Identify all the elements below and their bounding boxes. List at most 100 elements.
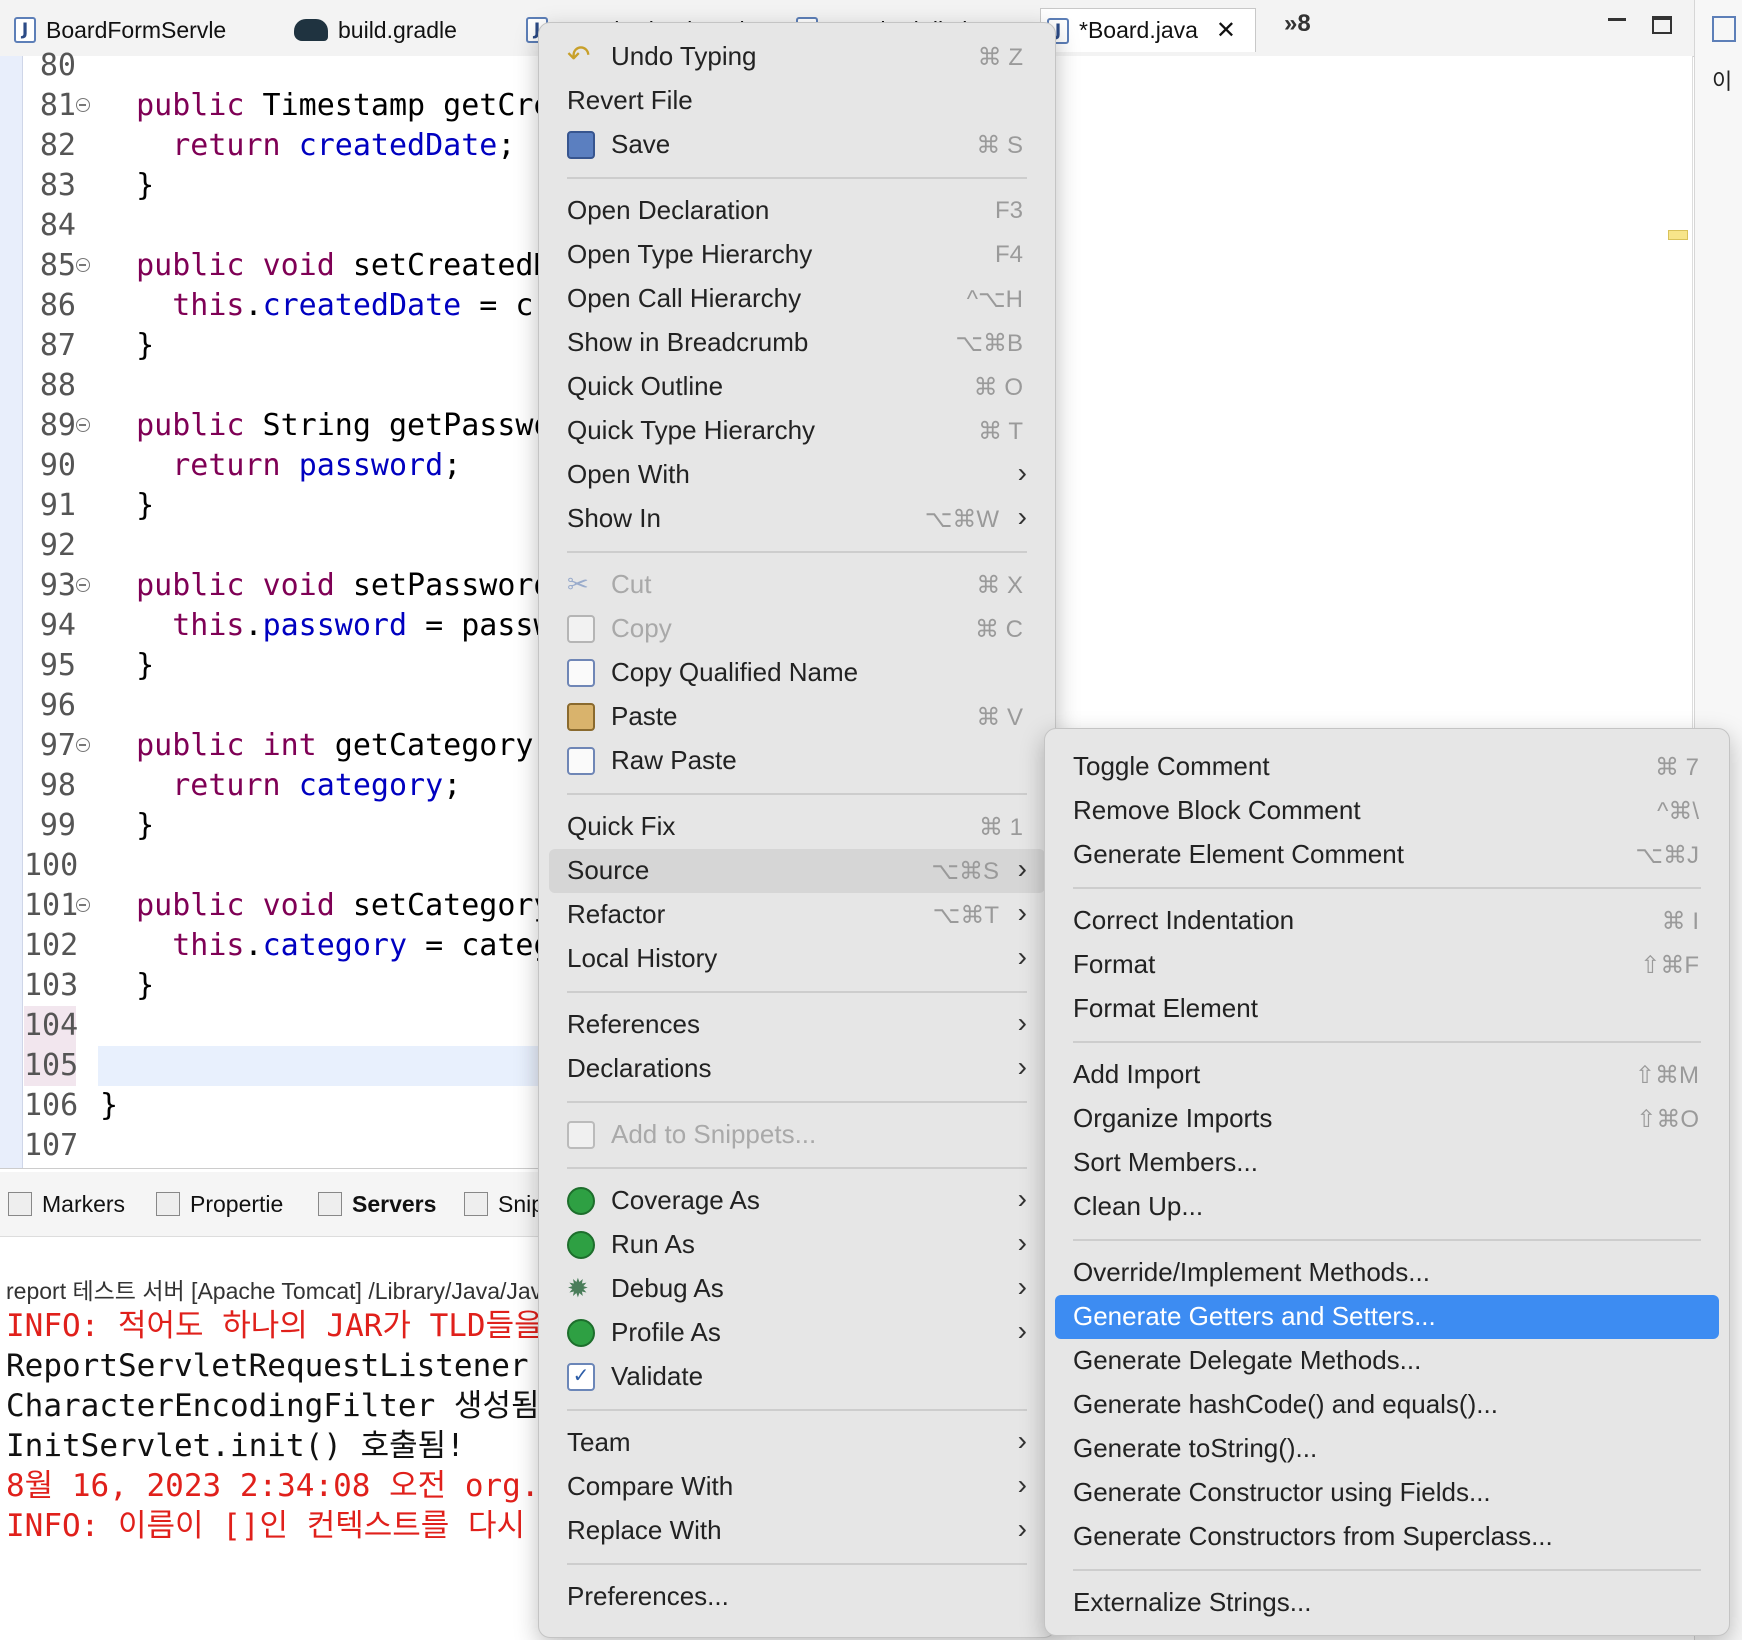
chevron-right-icon: › bbox=[1017, 457, 1027, 488]
menu-item-quick-type-hierarchy[interactable]: Quick Type Hierarchy ⌘ T bbox=[539, 409, 1055, 453]
menu-item-save[interactable]: Save ⌘ S bbox=[539, 123, 1055, 167]
menu-item-quick-outline[interactable]: Quick Outline ⌘ O bbox=[539, 365, 1055, 409]
submenu-item-generate-tostring[interactable]: Generate toString()... bbox=[1045, 1427, 1729, 1471]
menu-item-label: Externalize Strings... bbox=[1073, 1587, 1312, 1617]
menu-item-label: Refactor bbox=[567, 899, 666, 929]
submenu-item-add-import[interactable]: Add Import ⇧⌘M bbox=[1045, 1053, 1729, 1097]
menu-item-preferences[interactable]: Preferences... bbox=[539, 1575, 1055, 1619]
menu-item-open-call-hierarchy[interactable]: Open Call Hierarchy ^⌥H bbox=[539, 277, 1055, 321]
menu-item-label: Preferences... bbox=[567, 1581, 729, 1611]
submenu-item-remove-block-comment[interactable]: Remove Block Comment ^⌘\ bbox=[1045, 789, 1729, 833]
shortcut-label: ⇧⌘F bbox=[1640, 952, 1699, 979]
line-number: 80 bbox=[39, 48, 76, 83]
maximize-icon[interactable] bbox=[1652, 16, 1672, 34]
line-number: 107 bbox=[24, 1128, 79, 1163]
code-text bbox=[100, 1046, 136, 1086]
menu-item-validate[interactable]: ✓ Validate bbox=[539, 1355, 1055, 1399]
menu-item-label: Source bbox=[567, 855, 650, 885]
shortcut-label: ⌥⌘J bbox=[1635, 842, 1699, 869]
menu-item-declarations[interactable]: Declarations › bbox=[539, 1047, 1055, 1091]
panel-tab-icon bbox=[156, 1192, 180, 1216]
chevron-right-icon: › bbox=[1017, 897, 1027, 928]
submenu-item-override-implement-methods[interactable]: Override/Implement Methods... bbox=[1045, 1251, 1729, 1295]
menu-item-local-history[interactable]: Local History › bbox=[539, 937, 1055, 981]
menu-item-open-with[interactable]: Open With › bbox=[539, 453, 1055, 497]
menu-item-revert-file[interactable]: Revert File bbox=[539, 79, 1055, 123]
minimize-icon[interactable] bbox=[1608, 18, 1626, 21]
panel-tab-markers[interactable]: Markers bbox=[8, 1184, 125, 1224]
run-icon bbox=[567, 1231, 595, 1259]
submenu-item-generate-element-comment[interactable]: Generate Element Comment ⌥⌘J bbox=[1045, 833, 1729, 877]
submenu-item-generate-constructors-from-superclass[interactable]: Generate Constructors from Superclass... bbox=[1045, 1515, 1729, 1559]
fold-collapse-icon[interactable] bbox=[76, 738, 90, 752]
menu-item-label: Add to Snippets... bbox=[611, 1119, 817, 1149]
menu-separator bbox=[1073, 1239, 1701, 1241]
menu-item-quick-fix[interactable]: Quick Fix ⌘ 1 bbox=[539, 805, 1055, 849]
panel-tab-snip[interactable]: Snip bbox=[464, 1184, 544, 1224]
menu-item-label: Save bbox=[611, 129, 671, 159]
panel-tab-label: Markers bbox=[42, 1190, 126, 1217]
panel-tab-servers[interactable]: Servers bbox=[318, 1184, 436, 1224]
fold-collapse-icon[interactable] bbox=[76, 898, 90, 912]
menu-item-refactor[interactable]: Refactor ⌥⌘T › bbox=[539, 893, 1055, 937]
menu-item-show-in-breadcrumb[interactable]: Show in Breadcrumb ⌥⌘B bbox=[539, 321, 1055, 365]
submenu-item-clean-up[interactable]: Clean Up... bbox=[1045, 1185, 1729, 1229]
menu-item-open-type-hierarchy[interactable]: Open Type Hierarchy F4 bbox=[539, 233, 1055, 277]
menu-item-team[interactable]: Team › bbox=[539, 1421, 1055, 1465]
fold-collapse-icon[interactable] bbox=[76, 418, 90, 432]
submenu-item-toggle-comment[interactable]: Toggle Comment ⌘ 7 bbox=[1045, 745, 1729, 789]
menu-item-label: Remove Block Comment bbox=[1073, 795, 1361, 825]
console-line: InitServlet.init() 호출됨! bbox=[6, 1428, 465, 1464]
fold-collapse-icon[interactable] bbox=[76, 578, 90, 592]
menu-item-references[interactable]: References › bbox=[539, 1003, 1055, 1047]
fold-collapse-icon[interactable] bbox=[76, 98, 90, 112]
submenu-item-externalize-strings[interactable]: Externalize Strings... bbox=[1045, 1581, 1729, 1625]
overflow-tabs-indicator[interactable]: »8 bbox=[1284, 10, 1311, 38]
menu-item-cut: ✂ Cut ⌘ X bbox=[539, 563, 1055, 607]
java-file-icon: J bbox=[14, 17, 36, 43]
menu-item-copy-qualified-name[interactable]: Copy Qualified Name bbox=[539, 651, 1055, 695]
menu-item-debug-as[interactable]: ✹ Debug As › bbox=[539, 1267, 1055, 1311]
menu-item-undo-typing[interactable]: ↶ Undo Typing ⌘ Z bbox=[539, 35, 1055, 79]
submenu-item-generate-delegate-methods[interactable]: Generate Delegate Methods... bbox=[1045, 1339, 1729, 1383]
menu-item-label: Generate Constructors from Superclass... bbox=[1073, 1521, 1553, 1551]
field-reference: category bbox=[262, 928, 408, 963]
menu-item-compare-with[interactable]: Compare With › bbox=[539, 1465, 1055, 1509]
fold-collapse-icon[interactable] bbox=[76, 258, 90, 272]
menu-item-open-declaration[interactable]: Open Declaration F3 bbox=[539, 189, 1055, 233]
panel-tab-icon bbox=[318, 1192, 342, 1216]
panel-tab-propertie[interactable]: Propertie bbox=[156, 1184, 283, 1224]
submenu-item-format[interactable]: Format ⇧⌘F bbox=[1045, 943, 1729, 987]
menu-item-show-in[interactable]: Show In ⌥⌘W › bbox=[539, 497, 1055, 541]
line-number: 93 bbox=[39, 568, 76, 603]
menu-item-label: Open Type Hierarchy bbox=[567, 239, 813, 269]
menu-item-replace-with[interactable]: Replace With › bbox=[539, 1509, 1055, 1553]
submenu-item-sort-members[interactable]: Sort Members... bbox=[1045, 1141, 1729, 1185]
submenu-item-generate-hashcode-and-equals[interactable]: Generate hashCode() and equals()... bbox=[1045, 1383, 1729, 1427]
checkbox-checked-icon: ✓ bbox=[567, 1363, 595, 1391]
line-number: 103 bbox=[24, 968, 79, 1003]
outline-view-icon[interactable] bbox=[1712, 16, 1736, 42]
menu-item-label: Coverage As bbox=[611, 1185, 760, 1215]
shortcut-label: ⌥⌘W bbox=[924, 506, 999, 533]
menu-item-label: Add Import bbox=[1073, 1059, 1201, 1089]
submenu-item-correct-indentation[interactable]: Correct Indentation ⌘ I bbox=[1045, 899, 1729, 943]
submenu-item-generate-constructor-using-fields[interactable]: Generate Constructor using Fields... bbox=[1045, 1471, 1729, 1515]
raw-paste-icon bbox=[567, 747, 595, 775]
menu-item-run-as[interactable]: Run As › bbox=[539, 1223, 1055, 1267]
menu-item-source[interactable]: Source ⌥⌘S › bbox=[549, 849, 1045, 893]
overview-ruler-marker[interactable] bbox=[1668, 230, 1688, 240]
field-reference: password bbox=[262, 608, 408, 643]
keyword: public bbox=[136, 408, 245, 443]
code-token: . bbox=[244, 288, 263, 323]
menu-item-coverage-as[interactable]: Coverage As › bbox=[539, 1179, 1055, 1223]
menu-item-raw-paste[interactable]: Raw Paste bbox=[539, 739, 1055, 783]
submenu-item-format-element[interactable]: Format Element bbox=[1045, 987, 1729, 1031]
submenu-item-organize-imports[interactable]: Organize Imports ⇧⌘O bbox=[1045, 1097, 1729, 1141]
menu-item-paste[interactable]: Paste ⌘ V bbox=[539, 695, 1055, 739]
shortcut-label: ⌘ O bbox=[973, 374, 1023, 401]
submenu-item-generate-getters-and-setters[interactable]: Generate Getters and Setters... bbox=[1055, 1295, 1719, 1339]
menu-item-profile-as[interactable]: Profile As › bbox=[539, 1311, 1055, 1355]
close-icon[interactable]: ✕ bbox=[1216, 16, 1236, 45]
shortcut-label: ⌘ C bbox=[975, 616, 1023, 643]
